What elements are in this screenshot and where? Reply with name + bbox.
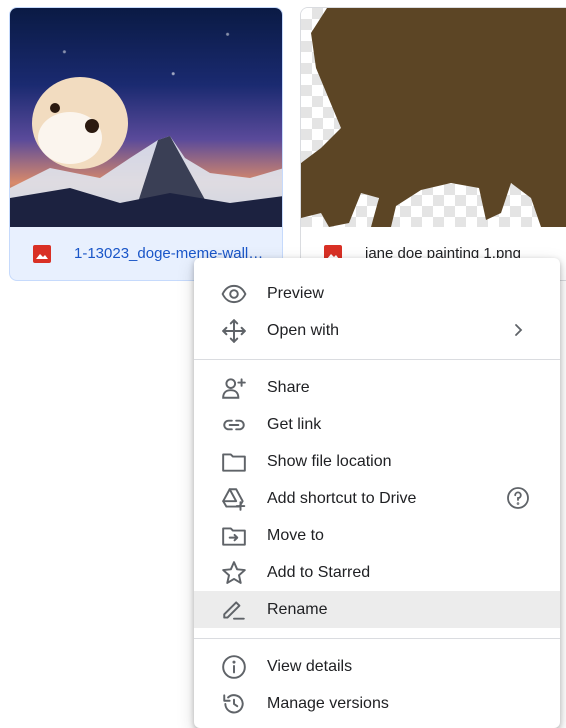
menu-item-label: Add shortcut to Drive bbox=[267, 489, 417, 507]
file-thumbnail bbox=[301, 8, 566, 227]
info-icon bbox=[221, 654, 247, 680]
add-person-icon bbox=[221, 375, 247, 401]
menu-divider bbox=[194, 359, 560, 360]
context-menu: Preview Open with Share Get link Show fi… bbox=[194, 258, 560, 728]
menu-item-label: Show file location bbox=[267, 452, 392, 470]
star-icon bbox=[221, 560, 247, 586]
bear-silhouette-thumbnail bbox=[301, 8, 566, 227]
history-icon bbox=[221, 691, 247, 717]
menu-item-label: Add to Starred bbox=[267, 563, 371, 581]
menu-divider bbox=[194, 638, 560, 639]
menu-item-label: Move to bbox=[267, 526, 324, 544]
file-tile-bear[interactable]: jane doe painting 1.png bbox=[300, 7, 566, 281]
menu-item-rename[interactable]: Rename bbox=[194, 591, 560, 628]
menu-item-view-details[interactable]: View details bbox=[194, 648, 560, 685]
menu-item-get-link[interactable]: Get link bbox=[194, 406, 560, 443]
pencil-icon bbox=[221, 597, 247, 623]
doge-mountain-thumbnail bbox=[10, 77, 282, 227]
image-file-icon bbox=[32, 244, 52, 264]
menu-item-move-to[interactable]: Move to bbox=[194, 517, 560, 554]
move-to-folder-icon bbox=[221, 523, 247, 549]
menu-item-show-file-location[interactable]: Show file location bbox=[194, 443, 560, 480]
move-arrows-icon bbox=[221, 318, 247, 344]
menu-item-label: Open with bbox=[267, 321, 340, 339]
link-icon bbox=[221, 412, 247, 438]
menu-item-manage-versions[interactable]: Manage versions bbox=[194, 685, 560, 722]
file-tile-doge[interactable]: 1-13023_doge-meme-wallp... bbox=[9, 7, 283, 281]
menu-item-label: Rename bbox=[267, 600, 328, 618]
help-icon[interactable] bbox=[506, 486, 530, 510]
menu-item-label: Get link bbox=[267, 415, 322, 433]
menu-item-preview[interactable]: Preview bbox=[194, 275, 560, 312]
menu-item-label: View details bbox=[267, 657, 353, 675]
eye-icon bbox=[221, 281, 247, 307]
menu-item-label: Share bbox=[267, 378, 310, 396]
menu-item-open-with[interactable]: Open with bbox=[194, 312, 560, 349]
menu-item-label: Manage versions bbox=[267, 694, 389, 712]
menu-item-add-shortcut[interactable]: Add shortcut to Drive bbox=[194, 480, 560, 517]
folder-icon bbox=[221, 449, 247, 475]
file-thumbnail bbox=[10, 8, 282, 227]
menu-item-label: Preview bbox=[267, 284, 324, 302]
chevron-right-icon bbox=[506, 318, 530, 342]
menu-item-share[interactable]: Share bbox=[194, 369, 560, 406]
menu-item-add-to-starred[interactable]: Add to Starred bbox=[194, 554, 560, 591]
drive-shortcut-icon bbox=[221, 486, 247, 512]
